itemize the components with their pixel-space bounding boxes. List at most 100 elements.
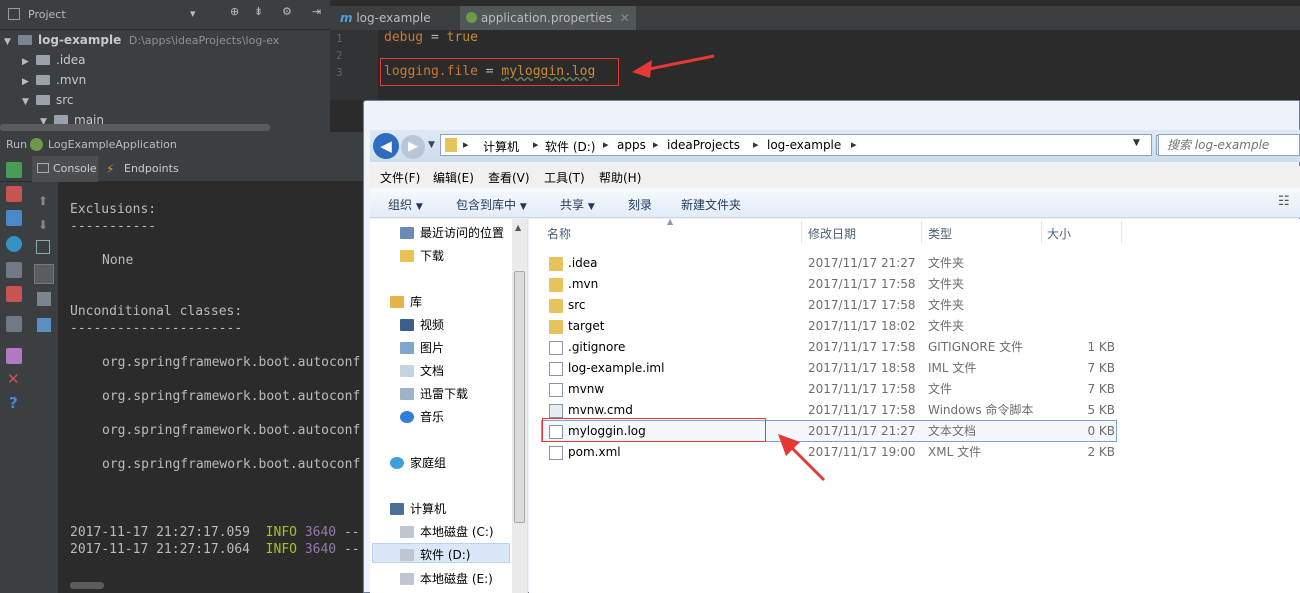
tree-item-root[interactable]: ▼ log-example D:\apps\ideaProjects\log-ex — [4, 30, 279, 50]
table-row[interactable]: .idea 2017/11/17 21:27 文件夹 — [549, 253, 1299, 274]
rerun-icon[interactable] — [6, 162, 22, 178]
nav-drive-c[interactable]: 本地磁盘 (C:) — [400, 523, 494, 540]
menu-tools[interactable]: 工具(T) — [544, 169, 585, 186]
history-dropdown-icon[interactable]: ▼ — [428, 140, 435, 150]
help-icon[interactable]: ? — [9, 394, 18, 412]
burn-button[interactable]: 刻录 — [628, 196, 652, 213]
layout-icon[interactable] — [6, 316, 22, 332]
tab-log-example[interactable]: m log-example — [334, 6, 437, 30]
tree-item-mvn[interactable]: ▶ .mvn — [22, 70, 86, 90]
table-row[interactable]: pom.xml 2017/11/17 19:00 XML 文件 2 KB — [549, 442, 1299, 463]
table-row[interactable]: log-example.iml 2017/11/17 18:58 IML 文件 7 K… — [549, 358, 1299, 379]
column-divider[interactable] — [1121, 221, 1122, 243]
collapsed-arrow-icon[interactable]: ▶ — [22, 72, 36, 92]
column-date[interactable]: 修改日期 — [808, 225, 856, 242]
close-icon[interactable]: ✕ — [7, 370, 20, 388]
scrollbar-thumb[interactable] — [514, 271, 525, 523]
nav-drive-e[interactable]: 本地磁盘 (E:) — [400, 570, 493, 587]
column-divider[interactable] — [801, 221, 802, 243]
down-arrow-icon[interactable]: ⬇ — [38, 218, 48, 232]
column-name[interactable]: 名称 — [547, 225, 571, 242]
tree-item-src[interactable]: ▼ src — [22, 90, 74, 110]
scroll-end-icon[interactable] — [34, 264, 54, 284]
nav-homegroup[interactable]: 家庭组 — [390, 454, 446, 471]
project-view-icon[interactable] — [8, 8, 20, 20]
nav-thunder-downloads[interactable]: 迅雷下载 — [400, 385, 468, 402]
share-button[interactable]: 共享 ▼ — [560, 196, 595, 213]
column-divider[interactable] — [1041, 221, 1042, 243]
column-divider[interactable] — [921, 221, 922, 243]
column-type[interactable]: 类型 — [928, 225, 952, 242]
nav-documents[interactable]: 文档 — [400, 362, 444, 379]
file-name: .gitignore — [568, 340, 626, 354]
nav-library[interactable]: 库 — [390, 293, 422, 310]
print-icon[interactable] — [37, 292, 51, 306]
nav-drive-d[interactable]: 软件 (D:) — [400, 546, 470, 563]
console-output[interactable]: Exclusions: ----------- None Uncondition… — [58, 182, 365, 593]
menu-view[interactable]: 查看(V) — [488, 169, 530, 186]
collapse-icon[interactable]: ⇟ — [254, 5, 263, 18]
locate-icon[interactable]: ⊕ — [230, 5, 239, 18]
include-in-library-button[interactable]: 包含到库中 ▼ — [456, 196, 527, 213]
chevron-down-icon[interactable]: ▾ — [190, 7, 196, 20]
up-arrow-icon[interactable]: ⬆ — [38, 194, 48, 208]
hide-icon[interactable]: ⇥ — [312, 5, 321, 18]
menu-help[interactable]: 帮助(H) — [599, 169, 641, 186]
new-folder-button[interactable]: 新建文件夹 — [681, 196, 741, 213]
menu-file[interactable]: 文件(F) — [380, 169, 420, 186]
table-row[interactable]: target 2017/11/17 18:02 文件夹 — [549, 316, 1299, 337]
run-config-name[interactable]: LogExampleApplication — [48, 138, 177, 151]
music-library-icon — [400, 411, 414, 423]
tab-console[interactable]: Console — [32, 156, 98, 182]
nav-computer[interactable]: 计算机 — [390, 500, 446, 517]
organize-button[interactable]: 组织 ▼ — [388, 196, 423, 213]
breadcrumb-log-example[interactable]: log-example — [767, 138, 841, 152]
collapsed-arrow-icon[interactable]: ▶ — [22, 52, 36, 72]
search-input[interactable] — [1158, 134, 1300, 156]
scroll-up-icon[interactable]: ▲ — [515, 223, 521, 232]
back-button[interactable]: ◀ — [373, 133, 399, 159]
wrap-icon[interactable] — [36, 240, 50, 254]
column-size[interactable]: 大小 — [1047, 225, 1071, 242]
trash-icon[interactable] — [37, 318, 51, 332]
menu-edit[interactable]: 编辑(E) — [433, 169, 474, 186]
tree-item-label: log-example — [38, 33, 122, 47]
nav-videos[interactable]: 视频 — [400, 316, 444, 333]
project-panel-title[interactable]: Project — [28, 8, 66, 21]
forward-button[interactable]: ▶ — [401, 135, 425, 159]
table-row[interactable]: .gitignore 2017/11/17 17:58 GITIGNORE 文件 1 … — [549, 337, 1299, 358]
pause-icon[interactable] — [6, 210, 22, 226]
horizontal-scrollbar[interactable] — [70, 582, 104, 589]
table-row[interactable]: .mvn 2017/11/17 17:58 文件夹 — [549, 274, 1299, 295]
exit-icon[interactable] — [6, 286, 22, 302]
file-date: 2017/11/17 21:27 — [808, 256, 916, 270]
view-options-icon[interactable]: ☷ — [1278, 194, 1290, 209]
pictures-library-icon — [400, 342, 414, 354]
breadcrumb-ideaprojects[interactable]: ideaProjects — [667, 138, 740, 152]
breadcrumb-computer[interactable]: 计算机 — [483, 138, 519, 155]
debug-icon[interactable] — [6, 236, 22, 252]
expanded-arrow-icon[interactable]: ▼ — [4, 32, 18, 52]
address-input[interactable]: ▸ 计算机 ▸ 软件 (D:) ▸ apps ▸ ideaProjects ▸ … — [440, 134, 1152, 156]
expanded-arrow-icon[interactable]: ▼ — [22, 92, 36, 112]
pin-icon[interactable] — [6, 348, 22, 364]
horizontal-scrollbar[interactable] — [0, 124, 270, 131]
close-icon[interactable]: ✕ — [620, 11, 630, 25]
nav-downloads[interactable]: 下载 — [400, 247, 444, 264]
table-row[interactable]: mvnw 2017/11/17 17:58 文件 7 KB — [549, 379, 1299, 400]
table-row[interactable]: src 2017/11/17 17:58 文件夹 — [549, 295, 1299, 316]
breadcrumb-drive-d[interactable]: 软件 (D:) — [545, 138, 595, 155]
stop-icon[interactable] — [6, 186, 22, 202]
address-dropdown-icon[interactable]: ▼ — [1133, 138, 1140, 148]
tab-endpoints[interactable]: ⚡ Endpoints — [102, 156, 184, 182]
gear-icon[interactable]: ⚙ — [282, 5, 292, 18]
breadcrumb-apps[interactable]: apps — [617, 138, 646, 152]
nav-music[interactable]: 音乐 — [400, 408, 444, 425]
nav-scrollbar[interactable]: ▲ — [512, 219, 527, 593]
tree-item-idea[interactable]: ▶ .idea — [22, 50, 86, 70]
tab-application-properties[interactable]: application.properties ✕ — [460, 6, 636, 30]
code-line-1[interactable]: debug = true — [384, 30, 478, 45]
nav-pictures[interactable]: 图片 — [400, 339, 444, 356]
nav-recent-places[interactable]: 最近访问的位置 — [400, 224, 504, 241]
camera-icon[interactable] — [6, 262, 22, 278]
